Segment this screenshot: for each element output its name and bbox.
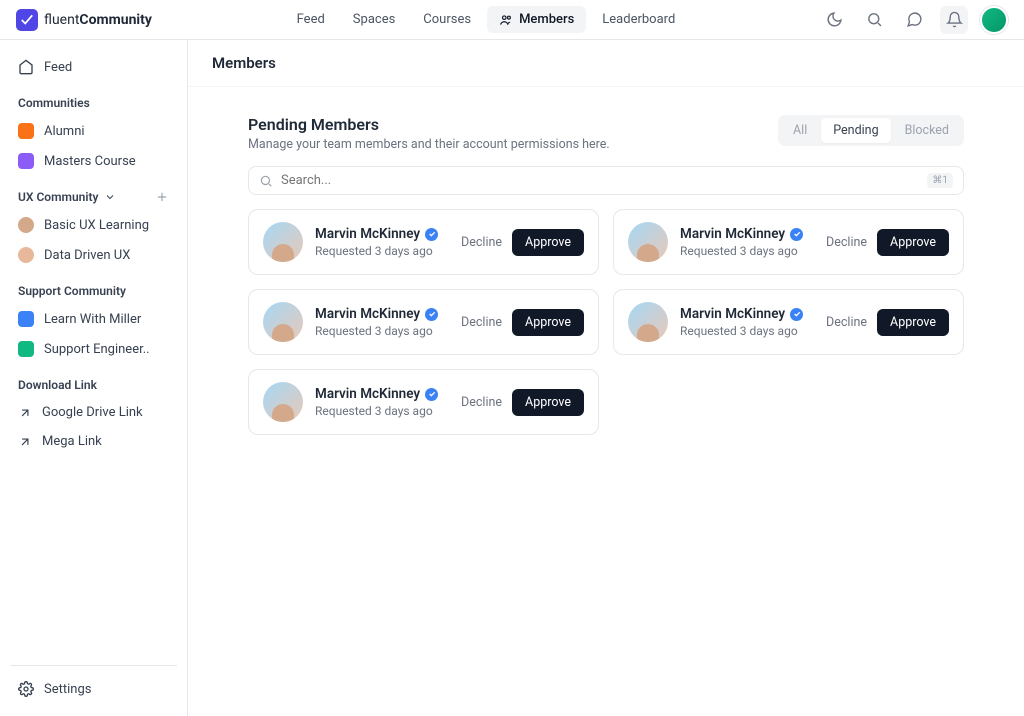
verified-icon [425,388,438,401]
sidebar-masters[interactable]: Masters Course [10,146,177,176]
chevron-down-icon [104,191,116,203]
member-name: Marvin McKinney [315,306,449,322]
member-avatar [263,302,303,342]
notifications-icon[interactable] [940,6,968,34]
segment-all[interactable]: All [781,118,819,143]
kbd-shortcut: ⌘1 [927,173,953,188]
search-icon [259,174,273,188]
arrow-icon [18,406,32,420]
sidebar-miller[interactable]: Learn With Miller [10,304,177,334]
search-input[interactable] [281,173,919,188]
decline-button[interactable]: Decline [826,315,867,330]
topbar: fluentCommunity Feed Spaces Courses Memb… [0,0,1024,40]
member-cards: Marvin McKinney Requested 3 days ago Dec… [248,209,964,435]
search-bar[interactable]: ⌘1 [248,166,964,195]
verified-icon [790,308,803,321]
member-meta: Requested 3 days ago [680,244,814,258]
sidebar-settings[interactable]: Settings [10,674,177,704]
page-title: Members [212,54,1000,72]
member-card: Marvin McKinney Requested 3 days ago Dec… [248,209,599,275]
member-meta: Requested 3 days ago [680,324,814,338]
member-avatar [628,302,668,342]
nav-spaces[interactable]: Spaces [341,6,408,33]
approve-button[interactable]: Approve [512,389,584,416]
member-card: Marvin McKinney Requested 3 days ago Dec… [613,289,964,355]
member-name: Marvin McKinney [680,226,814,242]
sidebar-data-ux[interactable]: Data Driven UX [10,240,177,270]
sidebar-basic-ux[interactable]: Basic UX Learning [10,210,177,240]
sidebar-gdrive[interactable]: Google Drive Link [10,398,177,427]
section-subtitle: Manage your team members and their accou… [248,137,610,152]
member-card: Marvin McKinney Requested 3 days ago Dec… [613,209,964,275]
member-name: Marvin McKinney [315,226,449,242]
messages-icon[interactable] [900,6,928,34]
decline-button[interactable]: Decline [461,395,502,410]
section-title: Pending Members [248,115,610,134]
segment-blocked[interactable]: Blocked [893,118,961,143]
user-avatar[interactable] [980,6,1008,34]
nav-members[interactable]: Members [487,6,586,33]
section-download: Download Link [10,364,177,398]
decline-button[interactable]: Decline [461,315,502,330]
section-support: Support Community [10,270,177,304]
decline-button[interactable]: Decline [461,235,502,250]
sidebar-alumni[interactable]: Alumni [10,116,177,146]
member-name: Marvin McKinney [315,386,449,402]
member-name: Marvin McKinney [680,306,814,322]
main: Members Pending Members Manage your team… [188,40,1024,716]
logo-mark-icon [16,9,38,31]
verified-icon [790,228,803,241]
search-icon[interactable] [860,6,888,34]
logo[interactable]: fluentCommunity [16,9,152,31]
nav-feed[interactable]: Feed [285,6,337,33]
member-avatar [263,382,303,422]
home-icon [18,59,34,75]
member-avatar [263,222,303,262]
sidebar: Feed Communities Alumni Masters Course U… [0,40,188,716]
section-ux[interactable]: UX Community [10,176,177,210]
segment-pending[interactable]: Pending [821,118,890,143]
gear-icon [18,681,34,697]
sidebar-mega[interactable]: Mega Link [10,427,177,456]
approve-button[interactable]: Approve [512,309,584,336]
sidebar-engineer[interactable]: Support Engineer.. [10,334,177,364]
plus-icon[interactable] [155,190,169,204]
topnav: Feed Spaces Courses Members Leaderboard [285,6,688,33]
member-card: Marvin McKinney Requested 3 days ago Dec… [248,369,599,435]
topbar-right [820,6,1008,34]
approve-button[interactable]: Approve [877,309,949,336]
members-icon [499,13,513,27]
approve-button[interactable]: Approve [512,229,584,256]
nav-leaderboard[interactable]: Leaderboard [590,6,687,33]
decline-button[interactable]: Decline [826,235,867,250]
sidebar-feed[interactable]: Feed [10,52,177,82]
member-card: Marvin McKinney Requested 3 days ago Dec… [248,289,599,355]
approve-button[interactable]: Approve [877,229,949,256]
member-meta: Requested 3 days ago [315,244,449,258]
theme-icon[interactable] [820,6,848,34]
logo-text: fluentCommunity [44,12,152,28]
section-communities: Communities [10,82,177,116]
verified-icon [425,228,438,241]
verified-icon [425,308,438,321]
arrow-icon [18,435,32,449]
member-avatar [628,222,668,262]
segment-control: All Pending Blocked [778,115,964,146]
nav-courses[interactable]: Courses [411,6,483,33]
member-meta: Requested 3 days ago [315,324,449,338]
page-header: Members [188,40,1024,87]
member-meta: Requested 3 days ago [315,404,449,418]
